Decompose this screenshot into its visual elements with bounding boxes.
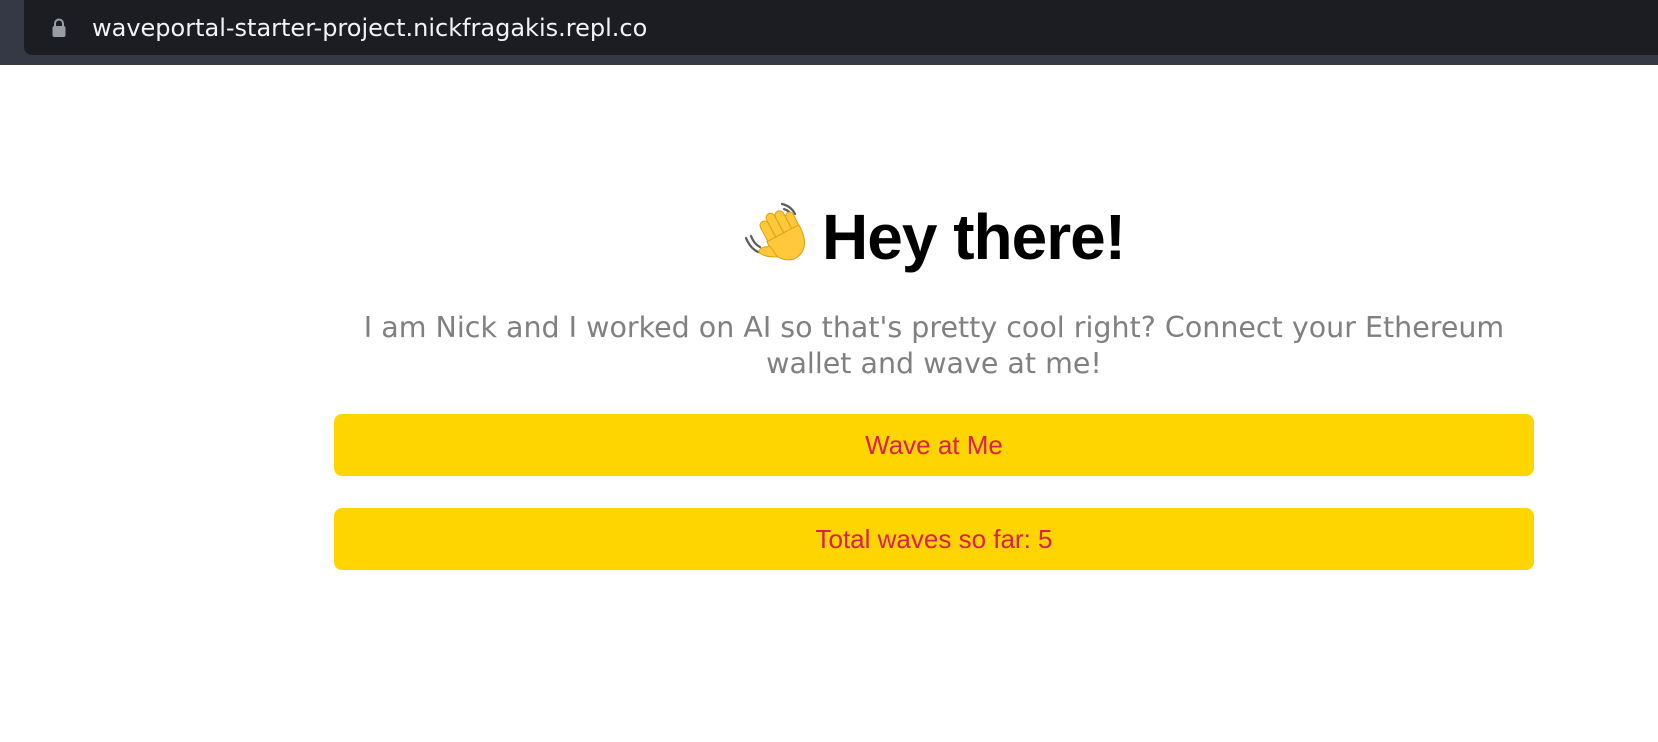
page-title: Hey there! [822,201,1126,273]
bio-text: I am Nick and I worked on AI so that's p… [363,311,1505,380]
wave-button[interactable]: Wave at Me [334,414,1534,476]
lock-icon [52,18,66,37]
total-waves-button[interactable]: Total waves so far: 5 [334,508,1534,570]
url-text[interactable]: waveportal-starter-project.nickfragakis.… [92,13,647,43]
address-bar[interactable]: waveportal-starter-project.nickfragakis.… [24,0,1658,55]
browser-toolbar: waveportal-starter-project.nickfragakis.… [0,0,1658,65]
page-content: Hey there! I am Nick and I worked on AI … [0,65,1658,742]
waving-hand-icon [744,202,806,261]
